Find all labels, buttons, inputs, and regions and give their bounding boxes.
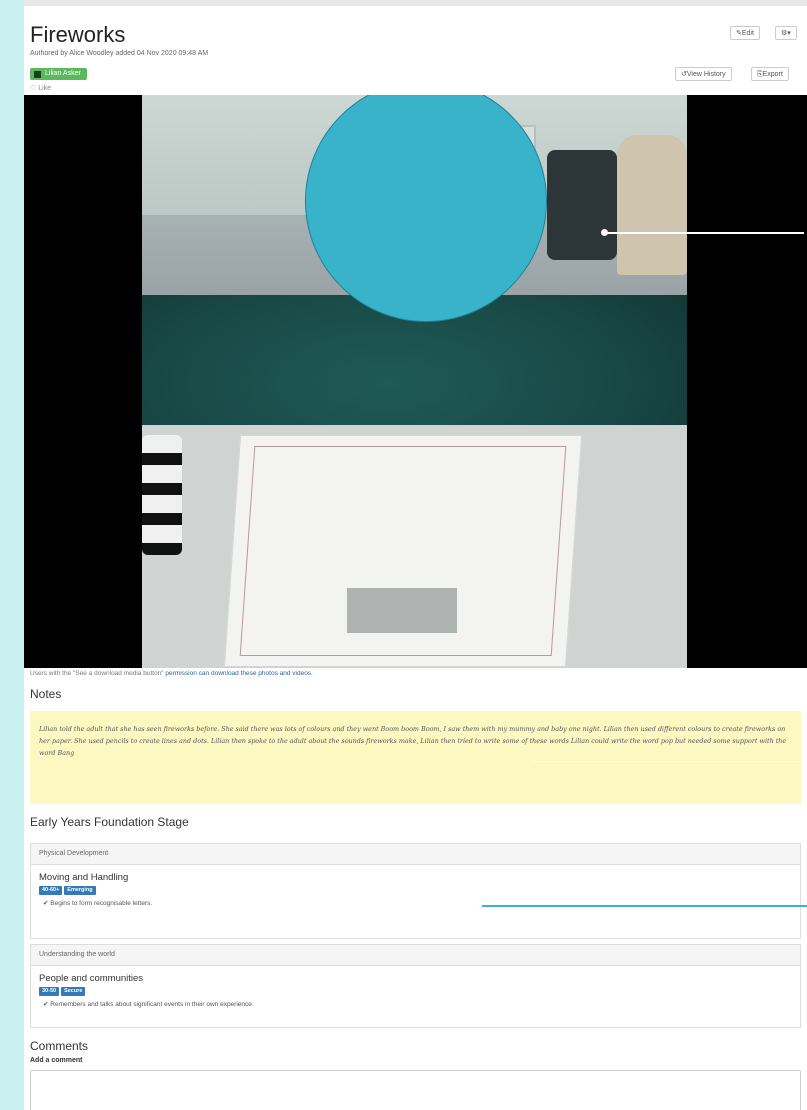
top-strip <box>24 0 807 6</box>
notes-annotation-line <box>530 761 800 762</box>
export-button[interactable]: ⎘Export <box>751 67 789 81</box>
level-badge: Emerging <box>64 886 96 895</box>
eyfs-aspect: Moving and Handling <box>39 872 129 883</box>
pencil-pot <box>142 435 182 555</box>
eyfs-statement: ✔ Remembers and talks about significant … <box>43 1001 254 1008</box>
add-comment-label: Add a comment <box>30 1057 83 1064</box>
view-history-button[interactable]: ↺View History <box>675 67 732 81</box>
eyfs-area: Understanding the world <box>31 945 800 966</box>
like-label: Like <box>38 85 52 92</box>
annotation-line <box>604 232 804 234</box>
eyfs-aspect: People and communities <box>39 973 144 984</box>
notes-heading: Notes <box>30 687 62 701</box>
eyfs-panel: Physical Development Moving and Handling… <box>30 843 801 939</box>
media-viewer[interactable] <box>24 95 807 668</box>
authored-by: Authored by Alice Woodley added 04 Nov 2… <box>30 50 209 57</box>
level-badge: Secure <box>61 987 86 996</box>
observation-photo <box>142 95 687 668</box>
child-avatar-icon <box>34 70 41 78</box>
comments-heading: Comments <box>30 1039 89 1053</box>
eyfs-area: Physical Development <box>31 844 800 865</box>
settings-dropdown-button[interactable]: ⚙▾ <box>775 26 797 40</box>
eyfs-panel: Understanding the world People and commu… <box>30 944 801 1028</box>
check-icon: ✔ <box>43 1001 49 1008</box>
download-link[interactable]: can download these photos and videos. <box>199 670 313 677</box>
eyfs-annotation-line <box>482 905 807 907</box>
comment-input[interactable] <box>30 1070 801 1110</box>
like-link[interactable]: ♡ Like <box>30 84 51 92</box>
name-sticker <box>347 588 457 633</box>
child-tag[interactable]: Lilian Asker <box>30 68 87 80</box>
age-badge: 30-50 <box>39 987 60 996</box>
edit-button[interactable]: ✎Edit <box>730 26 760 40</box>
notes-text: Lilian told the adult that she has seen … <box>30 711 801 804</box>
age-badge: 40-60+ <box>39 886 63 895</box>
eyfs-heading: Early Years Foundation Stage <box>30 815 189 829</box>
page-title: Fireworks <box>30 22 126 47</box>
eyfs-tags: 40-60+ Emerging <box>39 886 96 895</box>
eyfs-statement: ✔ Begins to form recognisable letters. <box>43 900 153 907</box>
permission-link[interactable]: permission <box>165 670 196 677</box>
eyfs-tags: 30-50 Secure <box>39 987 86 996</box>
child-tag-label: Lilian Asker <box>45 70 81 77</box>
like-icon: ♡ <box>30 85 37 92</box>
download-note: Users with the "See a download media but… <box>30 670 313 677</box>
observation-page: Fireworks Authored by Alice Woodley adde… <box>24 0 807 1110</box>
check-icon: ✔ <box>43 900 49 907</box>
